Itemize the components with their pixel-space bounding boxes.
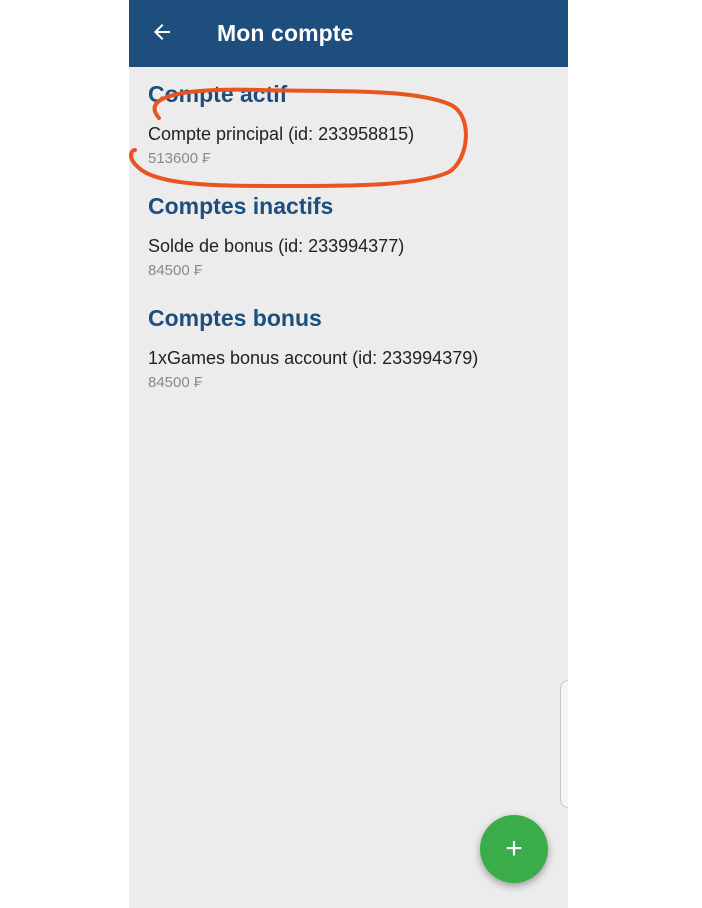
plus-icon: + [505,832,523,865]
section-title-active: Compte actif [148,81,288,107]
back-button[interactable] [147,17,177,47]
section-title-bonus: Comptes bonus [148,305,322,331]
section-title-inactive: Comptes inactifs [148,193,334,219]
phone-screen: Mon compte Compte actif Compte principal… [129,0,568,908]
arrow-left-icon [154,24,170,40]
account-name-1xgames[interactable]: 1xGames bonus account (id: 233994379) [148,348,478,369]
account-balance-bonus-balance: 84500 ₣ [148,262,203,279]
side-drawer-handle[interactable] [560,680,568,808]
account-balance-main: 513600 ₣ [148,150,211,167]
account-name-main[interactable]: Compte principal (id: 233958815) [148,124,414,145]
account-balance-1xgames: 84500 ₣ [148,374,203,391]
account-name-bonus-balance[interactable]: Solde de bonus (id: 233994377) [148,236,404,257]
page-title: Mon compte [217,20,354,46]
add-account-button[interactable]: + [480,815,548,883]
app-bar: Mon compte [129,0,568,67]
